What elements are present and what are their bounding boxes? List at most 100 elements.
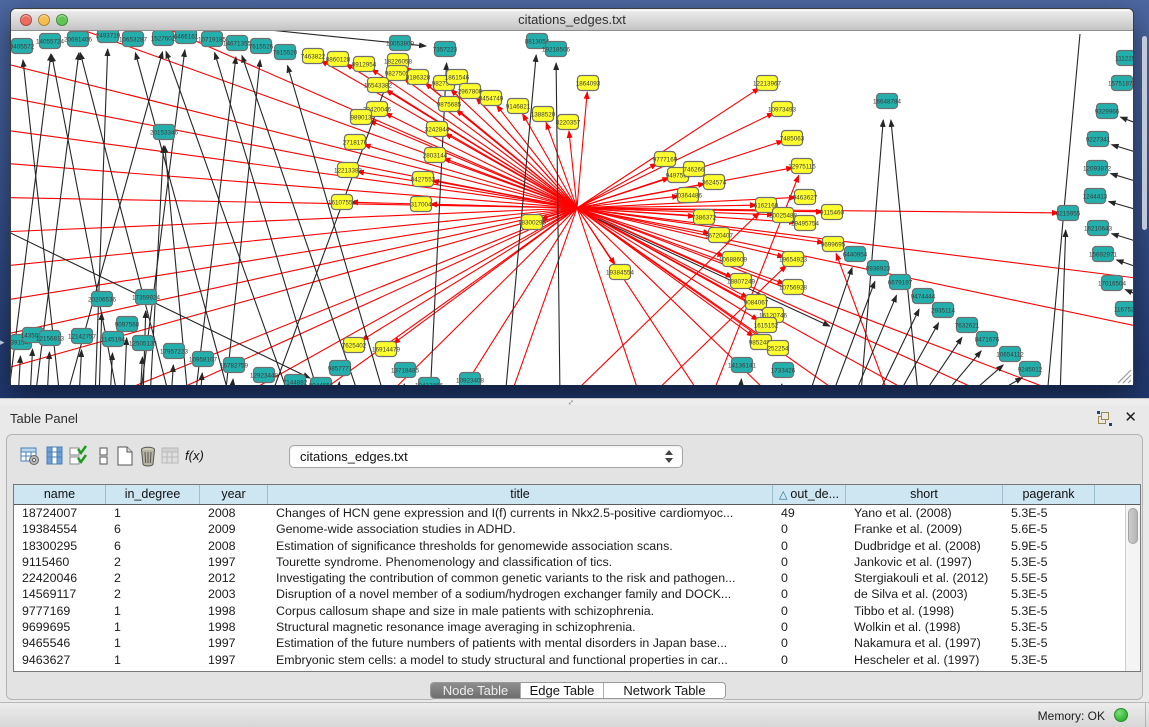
column-header-out_de[interactable]: △out_de... [773,485,846,504]
network-canvas[interactable]: 9405572140557242069140624937191065328715… [11,31,1133,385]
table-row[interactable]: 911546021997Tourette syndrome. Phenomeno… [14,554,1140,570]
table-cell[interactable]: 1998 [200,619,268,635]
column-header-in_degree[interactable]: in_degree [106,485,200,504]
table-cell[interactable]: Tibbo et al. (1998) [846,603,1003,619]
table-cell[interactable]: Franke et al. (2009) [846,521,1003,537]
table-cell[interactable]: Structural magnetic resonance image aver… [268,619,773,635]
table-cell[interactable]: 22420046 [14,570,106,586]
table-cell[interactable]: Investigating the contribution of common… [268,570,773,586]
network-window[interactable]: citations_edges.txt 94055721405572420691… [10,8,1134,385]
graph-edge[interactable] [11,91,577,208]
graph-edge[interactable] [403,384,404,385]
table-cell[interactable]: 6 [106,521,200,537]
memory-ok-indicator-icon[interactable] [1114,708,1128,722]
column-header-pagerank[interactable]: pagerank [1003,485,1095,504]
table-cell[interactable]: 14569117 [14,586,106,602]
table-cell[interactable]: 0 [773,538,846,554]
graph-edge[interactable] [124,338,127,385]
network-graph[interactable]: 9405572140557242069140624937191065328715… [11,31,1133,385]
column-header-name[interactable]: name [14,485,106,504]
function-builder-icon[interactable]: f(x) [185,448,207,470]
graph-edge[interactable] [1112,145,1133,157]
table-cell[interactable]: 1 [106,505,200,521]
table-cell[interactable]: 6 [106,538,200,554]
table-row[interactable]: 1456911722003Disruption of a novel membe… [14,586,1140,602]
node-table[interactable]: namein_degreeyeartitle△out_de...shortpag… [13,484,1141,672]
table-cell[interactable]: 9115460 [14,554,106,570]
graph-edge[interactable] [1111,174,1133,186]
close-panel-icon[interactable]: ✕ [1124,408,1137,426]
horizontal-splitter[interactable]: ↕ [0,398,1149,405]
graph-edge[interactable] [166,51,290,385]
table-cell[interactable]: 5.3E-5 [1003,652,1095,668]
table-cell[interactable]: 1 [106,619,200,635]
tab-node-table[interactable]: Node Table [431,683,520,698]
table-cell[interactable]: 5.3E-5 [1003,603,1095,619]
table-cell[interactable]: 1997 [200,635,268,651]
table-cell[interactable]: 2 [106,570,200,586]
table-cell[interactable]: 2012 [200,570,268,586]
table-row[interactable]: 1938455462009Genome-wide association stu… [14,521,1140,537]
graph-edge[interactable] [171,365,173,385]
graph-edge[interactable] [79,350,82,385]
graph-edge[interactable] [99,313,102,385]
table-cell[interactable]: 0 [773,619,846,635]
table-cell[interactable]: 5.9E-5 [1003,538,1095,554]
table-cell[interactable]: 5.3E-5 [1003,635,1095,651]
table-cell[interactable]: 5.3E-5 [1003,554,1095,570]
table-cell[interactable]: Tourette syndrome. Phenomenology and cla… [268,554,773,570]
table-cell[interactable]: 0 [773,603,846,619]
table-cell[interactable]: 2 [106,554,200,570]
graph-edge[interactable] [140,50,185,385]
table-cell[interactable]: Embryonic stem cells: a model to study s… [268,652,773,668]
graph-edge[interactable] [740,379,741,385]
column-header-short[interactable]: short [846,485,1003,504]
graph-edge[interactable] [962,365,1003,385]
graph-edge[interactable] [891,120,918,385]
table-cell[interactable]: 5.3E-5 [1003,586,1095,602]
graph-edge[interactable] [362,208,577,340]
table-row[interactable]: 1830029562008Estimation of significance … [14,538,1140,554]
window-resize-grip-icon[interactable] [1118,370,1131,383]
new-table-icon[interactable] [114,445,136,467]
table-cell[interactable]: 49 [773,505,846,521]
graph-edge[interactable] [364,145,577,208]
table-cell[interactable]: 1998 [200,603,268,619]
graph-edge[interactable] [30,349,33,385]
table-cell[interactable]: 2008 [200,505,268,521]
graph-edge[interactable] [1120,117,1133,129]
table-cell[interactable]: 2003 [200,586,268,602]
row-height-icon[interactable] [93,445,115,467]
graph-edge[interactable] [1060,230,1066,385]
table-cell[interactable]: 2009 [200,521,268,537]
table-cell[interactable]: 2 [106,586,200,602]
graph-edge[interactable] [577,208,1133,281]
table-cell[interactable]: 1997 [200,554,268,570]
graph-edge[interactable] [556,63,560,385]
table-row[interactable]: 969969511998Structural magnetic resonanc… [14,619,1140,635]
table-row[interactable]: 946554611997Estimation of the future num… [14,635,1140,651]
table-cell[interactable]: 5.3E-5 [1003,505,1095,521]
table-cell[interactable]: Genome-wide association studies in ADHD. [268,521,773,537]
table-cell[interactable]: Changes of HCN gene expression and I(f) … [268,505,773,521]
table-cell[interactable]: 19384554 [14,521,106,537]
table-cell[interactable]: 0 [773,652,846,668]
graph-edge[interactable] [1112,234,1133,246]
graph-edge[interactable] [1125,290,1133,301]
table-row[interactable]: 977716911998Corpus callosum shape and si… [14,603,1140,619]
graph-edge[interactable] [780,384,782,385]
graph-edge[interactable] [195,57,236,385]
table-cell[interactable]: 1 [106,652,200,668]
table-cell[interactable]: 9699695 [14,619,106,635]
table-cell[interactable]: 1 [106,635,200,651]
table-cell[interactable]: 0 [773,521,846,537]
float-panel-icon[interactable] [1098,412,1111,425]
table-cell[interactable]: 0 [773,570,846,586]
table-cell[interactable]: 18724007 [14,505,106,521]
table-cell[interactable]: Dudbridge et al. (2008) [846,538,1003,554]
table-row[interactable]: 2242004622012Investigating the contribut… [14,570,1140,586]
table-cell[interactable]: Jankovic et al. (1997) [846,554,1003,570]
column-header-year[interactable]: year [200,485,268,504]
table-row[interactable]: 946362711997Embryonic stem cells: a mode… [14,652,1140,668]
graph-edge[interactable] [1117,260,1133,272]
